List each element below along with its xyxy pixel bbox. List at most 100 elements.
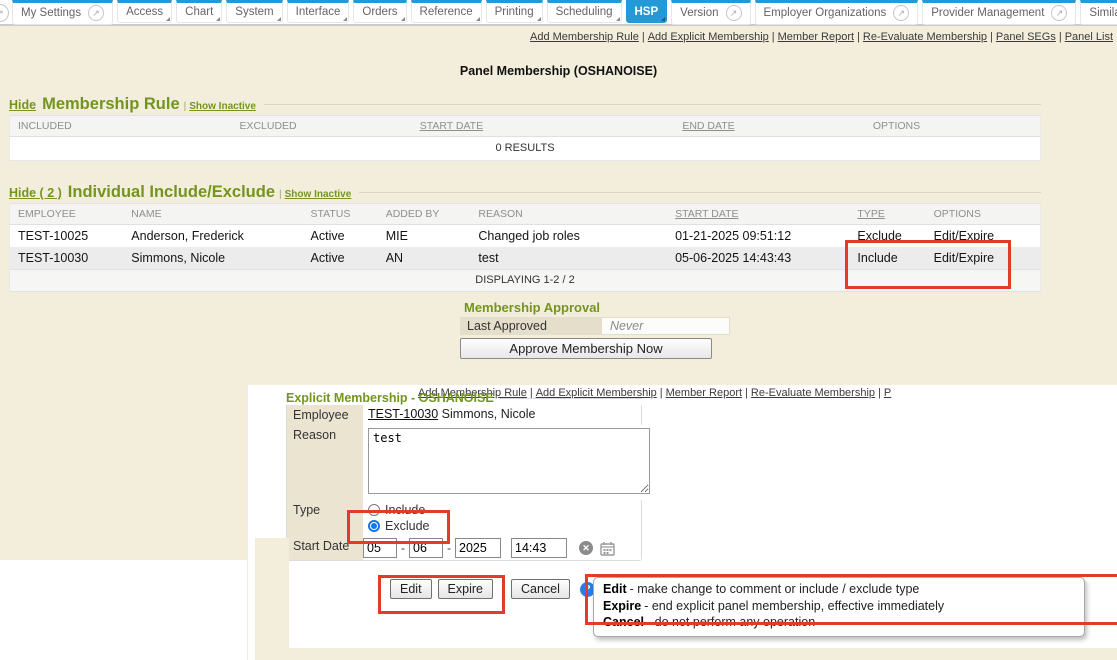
- approve-membership-now-button[interactable]: Approve Membership Now: [460, 338, 712, 359]
- show-inactive-link[interactable]: Show Inactive: [285, 189, 352, 200]
- column-header-start-date[interactable]: START DATE: [675, 208, 738, 220]
- menu-corner-icon: [166, 17, 170, 21]
- tab-provider-management[interactable]: Provider Management ↗: [922, 0, 1076, 25]
- tab-version[interactable]: Version ↗: [671, 0, 750, 25]
- link-re-evaluate-membership[interactable]: Re-Evaluate Membership: [863, 31, 987, 43]
- hide-membership-rule-link[interactable]: Hide: [9, 98, 36, 112]
- tooltip-line-edit: Edit- make change to comment or include …: [603, 581, 1075, 598]
- membership-rule-header-row: INCLUDED EXCLUDED START DATE END DATE OP…: [10, 115, 1040, 137]
- form-buttons-row: Edit Expire Cancel ?: [390, 579, 595, 599]
- tab-employer-organizations[interactable]: Employer Organizations ↗: [755, 0, 919, 25]
- start-date-row: Start Date - - ✕: [287, 536, 641, 560]
- start-date-month-input[interactable]: [363, 538, 397, 558]
- link-re-evaluate-membership[interactable]: Re-Evaluate Membership: [751, 387, 875, 399]
- radio-checked-icon[interactable]: [368, 520, 380, 532]
- column-header-name: NAME: [123, 204, 302, 224]
- column-header-end-date[interactable]: END DATE: [682, 120, 734, 132]
- membership-rule-legend: Hide Membership Rule | Show Inactive: [9, 95, 1041, 114]
- column-header-start-date[interactable]: START DATE: [420, 120, 483, 132]
- tab-scheduling[interactable]: Scheduling: [547, 0, 622, 23]
- last-approved-row: Last Approved Never: [460, 317, 730, 335]
- start-date-year-input[interactable]: [455, 538, 501, 558]
- type-option-exclude[interactable]: Exclude: [368, 518, 636, 534]
- cell-reason: Changed job roles: [470, 225, 667, 247]
- explicit-membership-title: Explicit Membership - OSHANOISE: [286, 391, 494, 405]
- column-header-type[interactable]: TYPE: [857, 208, 884, 220]
- external-link-icon[interactable]: ↗: [1051, 5, 1067, 21]
- tab-orders[interactable]: Orders: [353, 0, 406, 23]
- separator: |: [987, 31, 996, 43]
- tab-system[interactable]: System: [226, 0, 282, 23]
- tab-my-settings[interactable]: My Settings ↗: [12, 0, 113, 25]
- page-title: Panel Membership (OSHANOISE): [0, 64, 1117, 78]
- start-date-time-input[interactable]: [511, 538, 567, 558]
- link-add-membership-rule[interactable]: Add Membership Rule: [530, 31, 639, 43]
- link-panel-list[interactable]: Panel List: [1065, 31, 1113, 43]
- tab-similar-exposure-groups[interactable]: Similar Exposure Groups (SEGs) ↗: [1080, 0, 1117, 25]
- explicit-membership-form: Employee TEST-10030 Simmons, Nicole Reas…: [286, 405, 642, 561]
- edit-button[interactable]: Edit: [390, 579, 432, 599]
- tab-access[interactable]: Access: [117, 0, 172, 23]
- column-header-status: STATUS: [303, 204, 378, 224]
- link-panel-segs[interactable]: Panel SEGs: [996, 31, 1056, 43]
- column-header-included: INCLUDED: [10, 116, 231, 136]
- tab-interface[interactable]: Interface: [287, 0, 350, 23]
- link-add-explicit-membership[interactable]: Add Explicit Membership: [648, 31, 769, 43]
- tab-label: Printing: [495, 5, 534, 19]
- tooltip-term: Expire: [603, 599, 641, 613]
- individual-table: EMPLOYEE NAME STATUS ADDED BY REASON STA…: [9, 203, 1041, 292]
- external-link-icon[interactable]: ↗: [0, 4, 9, 22]
- start-date-day-input[interactable]: [409, 538, 443, 558]
- separator: |: [657, 387, 666, 399]
- individual-header-row: EMPLOYEE NAME STATUS ADDED BY REASON STA…: [10, 203, 1040, 225]
- employee-id-link[interactable]: TEST-10030: [368, 407, 438, 421]
- date-separator: -: [401, 541, 405, 555]
- external-link-icon[interactable]: ↗: [88, 5, 104, 21]
- tab-reference[interactable]: Reference: [411, 0, 482, 23]
- tooltip-line-expire: Expire- end explicit panel membership, e…: [603, 598, 1075, 615]
- calendar-icon[interactable]: [600, 541, 615, 556]
- tab-label: Provider Management: [931, 6, 1044, 20]
- cell-employee: TEST-10030: [10, 247, 123, 269]
- tab-label: Version: [680, 6, 718, 20]
- table-row: TEST-10025 Anderson, Frederick Active MI…: [10, 225, 1040, 247]
- last-approved-value: Never: [601, 317, 730, 335]
- legend-divider: [264, 104, 1041, 105]
- cell-options-edit-expire[interactable]: Edit/Expire: [926, 225, 1040, 247]
- cell-start-date: 05-06-2025 14:43:43: [667, 247, 849, 269]
- external-link-icon[interactable]: ↗: [893, 5, 909, 21]
- tooltip-term: Cancel: [603, 615, 644, 629]
- cell-reason: test: [470, 247, 667, 269]
- legend-divider: [359, 192, 1041, 193]
- type-option-include[interactable]: Include: [368, 502, 636, 518]
- membership-rule-section: Hide Membership Rule | Show Inactive INC…: [9, 95, 1041, 161]
- cancel-button[interactable]: Cancel: [511, 579, 570, 599]
- cell-name: Simmons, Nicole: [123, 247, 302, 269]
- tab-printing[interactable]: Printing: [486, 0, 543, 23]
- separator: |: [184, 101, 187, 112]
- link-clipped[interactable]: P: [884, 387, 891, 399]
- tab-label: My Settings: [21, 6, 81, 20]
- cell-employee: TEST-10025: [10, 225, 123, 247]
- tab-hsp[interactable]: HSP: [626, 0, 668, 23]
- tab-label: Chart: [185, 5, 213, 19]
- membership-approval-title: Membership Approval: [464, 300, 730, 315]
- show-inactive-link[interactable]: Show Inactive: [189, 101, 256, 112]
- expire-button[interactable]: Expire: [438, 579, 493, 599]
- reason-row: Reason test: [287, 425, 641, 500]
- reason-textarea[interactable]: test: [368, 428, 650, 494]
- link-member-report[interactable]: Member Report: [778, 31, 854, 43]
- tab-label: Employer Organizations: [764, 6, 887, 20]
- hide-individual-link[interactable]: Hide ( 2 ): [9, 186, 62, 200]
- external-link-icon[interactable]: ↗: [726, 5, 742, 21]
- tab-label: Access: [126, 5, 163, 19]
- cell-options-edit-expire[interactable]: Edit/Expire: [926, 247, 1040, 269]
- radio-unchecked-icon[interactable]: [368, 504, 380, 516]
- cell-added-by: AN: [378, 247, 471, 269]
- tab-chart[interactable]: Chart: [176, 0, 222, 23]
- employee-name: Simmons, Nicole: [442, 407, 536, 421]
- clear-date-icon[interactable]: ✕: [579, 541, 593, 555]
- employee-row: Employee TEST-10030 Simmons, Nicole: [287, 405, 641, 425]
- link-member-report[interactable]: Member Report: [666, 387, 742, 399]
- column-header-excluded: EXCLUDED: [231, 116, 411, 136]
